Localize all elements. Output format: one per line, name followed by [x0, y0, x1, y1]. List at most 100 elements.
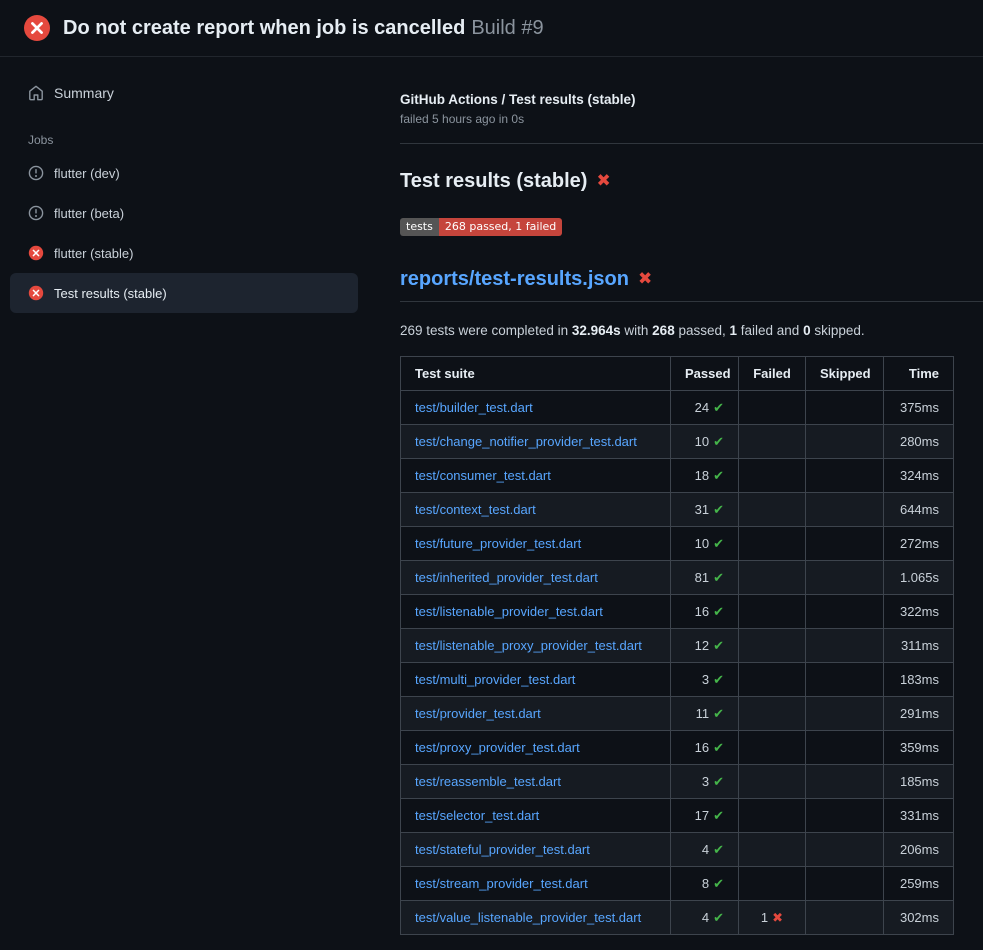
passed-count: 11 — [696, 706, 710, 721]
table-row: test/listenable_provider_test.dart 16✔ 3… — [401, 595, 954, 629]
summary-failed-count: 1 — [730, 323, 738, 338]
failed-cell — [739, 527, 806, 561]
table-row: test/inherited_provider_test.dart 81✔ 1.… — [401, 561, 954, 595]
passed-cell: 81✔ — [671, 561, 739, 595]
time-cell: 280ms — [884, 425, 954, 459]
suite-cell: test/multi_provider_test.dart — [401, 663, 671, 697]
sidebar: Summary Jobs flutte — [0, 57, 368, 313]
failed-cell — [739, 629, 806, 663]
time-cell: 375ms — [884, 391, 954, 425]
x-circle-icon — [24, 15, 50, 41]
tests-badge: tests 268 passed, 1 failed — [400, 218, 562, 236]
check-mark-icon: ✔ — [713, 469, 724, 484]
suite-link[interactable]: test/provider_test.dart — [415, 706, 541, 721]
sidebar-item-summary[interactable]: Summary — [10, 77, 358, 109]
suite-link[interactable]: test/listenable_proxy_provider_test.dart — [415, 638, 642, 653]
skipped-cell — [806, 629, 884, 663]
sidebar-jobs-list: flutter (dev) flutter (beta) — [0, 153, 368, 313]
section-title: Test results (stable) — [400, 170, 587, 193]
check-mark-icon: ✔ — [713, 843, 724, 858]
check-mark-icon: ✔ — [713, 877, 724, 892]
passed-cell: 31✔ — [671, 493, 739, 527]
passed-cell: 16✔ — [671, 731, 739, 765]
check-mark-icon: ✔ — [713, 503, 724, 518]
passed-count: 16 — [695, 740, 709, 755]
run-meta: failed 5 hours ago in 0s — [400, 112, 983, 126]
sidebar-job-item[interactable]: Test results (stable) — [10, 273, 358, 313]
suite-link[interactable]: test/proxy_provider_test.dart — [415, 740, 580, 755]
passed-cell: 4✔ — [671, 833, 739, 867]
skipped-cell — [806, 901, 884, 935]
table-row: test/builder_test.dart 24✔ 375ms — [401, 391, 954, 425]
suite-cell: test/context_test.dart — [401, 493, 671, 527]
suite-link[interactable]: test/selector_test.dart — [415, 808, 539, 823]
failed-cell — [739, 765, 806, 799]
failed-cell — [739, 663, 806, 697]
check-mark-icon: ✔ — [713, 809, 724, 824]
suite-cell: test/reassemble_test.dart — [401, 765, 671, 799]
check-mark-icon: ✔ — [713, 639, 724, 654]
suite-link[interactable]: test/multi_provider_test.dart — [415, 672, 575, 687]
time-cell: 311ms — [884, 629, 954, 663]
check-mark-icon: ✔ — [713, 605, 724, 620]
skipped-cell — [806, 731, 884, 765]
passed-cell: 3✔ — [671, 663, 739, 697]
passed-cell: 3✔ — [671, 765, 739, 799]
table-row: test/change_notifier_provider_test.dart … — [401, 425, 954, 459]
failed-cell — [739, 391, 806, 425]
passed-count: 10 — [695, 434, 709, 449]
failed-cell — [739, 595, 806, 629]
table-row: test/value_listenable_provider_test.dart… — [401, 901, 954, 935]
suite-link[interactable]: test/stream_provider_test.dart — [415, 876, 588, 891]
sidebar-job-item[interactable]: flutter (dev) — [10, 153, 358, 193]
suite-link[interactable]: test/context_test.dart — [415, 502, 536, 517]
failed-cell — [739, 697, 806, 731]
table-header-row: Test suite Passed Failed Skipped Time — [401, 357, 954, 391]
summary-text-part: skipped. — [811, 323, 865, 338]
summary-text-part: with — [621, 323, 653, 338]
alert-circle-icon — [28, 165, 44, 181]
suite-link[interactable]: test/consumer_test.dart — [415, 468, 551, 483]
suite-cell: test/value_listenable_provider_test.dart — [401, 901, 671, 935]
x-circle-icon — [28, 285, 44, 301]
main-content: GitHub Actions / Test results (stable) f… — [368, 57, 983, 935]
suite-link[interactable]: test/change_notifier_provider_test.dart — [415, 434, 637, 449]
suite-link[interactable]: test/listenable_provider_test.dart — [415, 604, 603, 619]
suite-link[interactable]: test/inherited_provider_test.dart — [415, 570, 598, 585]
table-row: test/context_test.dart 31✔ 644ms — [401, 493, 954, 527]
passed-count: 4 — [702, 910, 709, 925]
check-mark-icon: ✔ — [713, 911, 724, 926]
col-header-skipped: Skipped — [806, 357, 884, 391]
check-mark-icon: ✔ — [713, 537, 724, 552]
summary-text-part: 269 tests were completed in — [400, 323, 572, 338]
table-row: test/proxy_provider_test.dart 16✔ 359ms — [401, 731, 954, 765]
suite-cell: test/stream_provider_test.dart — [401, 867, 671, 901]
cross-mark-icon: ✖ — [638, 271, 652, 288]
sidebar-job-item[interactable]: flutter (stable) — [10, 233, 358, 273]
suite-link[interactable]: test/builder_test.dart — [415, 400, 533, 415]
badge-status: 268 passed, 1 failed — [439, 218, 562, 236]
failed-cell — [739, 493, 806, 527]
passed-count: 18 — [695, 468, 709, 483]
time-cell: 322ms — [884, 595, 954, 629]
sidebar-summary-label: Summary — [54, 85, 114, 101]
table-row: test/consumer_test.dart 18✔ 324ms — [401, 459, 954, 493]
suite-link[interactable]: test/value_listenable_provider_test.dart — [415, 910, 641, 925]
skipped-cell — [806, 799, 884, 833]
suite-link[interactable]: test/reassemble_test.dart — [415, 774, 561, 789]
summary-skipped-count: 0 — [803, 323, 811, 338]
results-table-body: test/builder_test.dart 24✔ 375ms test/ch… — [401, 391, 954, 935]
suite-link[interactable]: test/future_provider_test.dart — [415, 536, 581, 551]
suite-cell: test/consumer_test.dart — [401, 459, 671, 493]
report-link[interactable]: reports/test-results.json — [400, 268, 629, 291]
check-mark-icon: ✔ — [713, 401, 724, 416]
passed-cell: 18 ✔ — [671, 459, 739, 493]
divider — [400, 143, 983, 144]
passed-count: 3 — [702, 672, 709, 687]
time-cell: 259ms — [884, 867, 954, 901]
alert-circle-icon — [28, 205, 44, 221]
sidebar-job-item[interactable]: flutter (beta) — [10, 193, 358, 233]
time-cell: 183ms — [884, 663, 954, 697]
failed-cell — [739, 561, 806, 595]
suite-link[interactable]: test/stateful_provider_test.dart — [415, 842, 590, 857]
